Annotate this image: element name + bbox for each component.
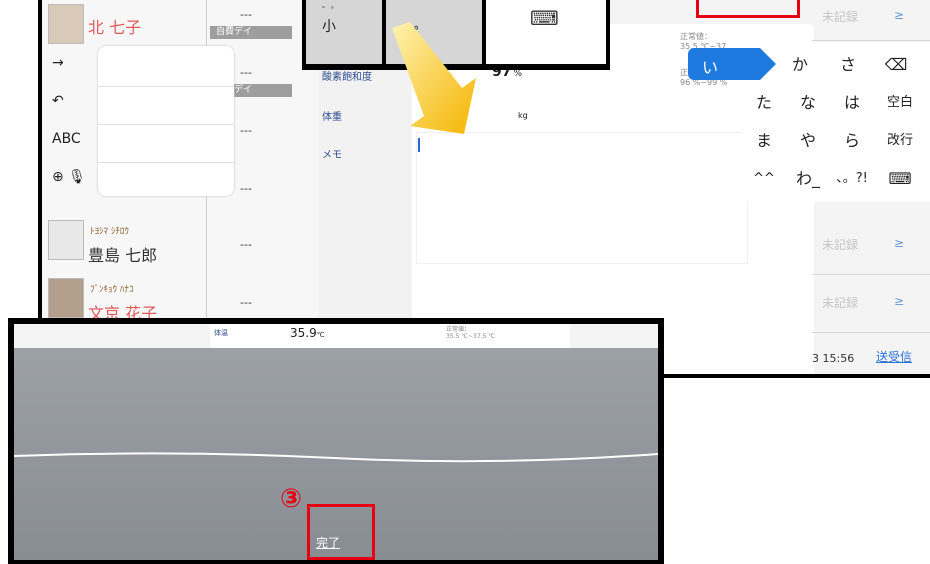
resident-kana: ﾄﾖｼﾏ ｼﾁﾛｳ bbox=[90, 227, 129, 237]
kana-key[interactable]: は bbox=[830, 84, 874, 122]
keyboard-icon: ⌨ bbox=[530, 6, 559, 30]
status-label: 未記録 bbox=[822, 296, 859, 310]
undo-icon[interactable]: ↶ bbox=[42, 82, 96, 120]
kana-key[interactable]: ま bbox=[742, 122, 786, 160]
weight-unit: kg bbox=[518, 111, 528, 120]
highlight-box bbox=[696, 0, 800, 18]
small-key[interactable]: ゛゜ 小 bbox=[306, 0, 382, 64]
arrow-icon bbox=[392, 22, 476, 134]
abc-key[interactable]: ABC bbox=[42, 120, 96, 158]
kana-key[interactable]: ら bbox=[830, 122, 874, 160]
divider bbox=[98, 124, 234, 125]
arrow-right-icon[interactable]: → bbox=[42, 44, 96, 82]
weight-label: 体重 bbox=[322, 112, 342, 123]
temp-row: 体温 35.9℃ 正常値： 35.5 ℃~37.5 ℃ bbox=[210, 324, 570, 348]
resident-dash: --- bbox=[240, 8, 252, 21]
spo2-label: 酸素飽和度 bbox=[322, 72, 372, 83]
status-label: 未記録 bbox=[822, 10, 859, 24]
kana-key[interactable]: な bbox=[786, 84, 830, 122]
kana-key[interactable]: た bbox=[742, 84, 786, 122]
temp-label: 体温 bbox=[214, 329, 228, 337]
temp-value: 35.9℃ bbox=[290, 326, 325, 340]
kana-key[interactable]: さ bbox=[826, 46, 870, 84]
send-receive-button[interactable]: 送受信 bbox=[876, 348, 912, 365]
options-popup bbox=[98, 46, 234, 196]
globe-mic-key[interactable]: ⊕ 🎙 bbox=[42, 158, 96, 196]
highlight-box bbox=[307, 504, 375, 560]
avatar bbox=[48, 278, 84, 318]
memo-field[interactable] bbox=[416, 132, 748, 264]
divider bbox=[98, 86, 234, 87]
keyboard-icon[interactable]: ⌨ bbox=[878, 160, 922, 198]
divider bbox=[206, 216, 207, 274]
detail-chevron-icon[interactable]: ≥ bbox=[894, 236, 904, 250]
avatar bbox=[48, 4, 84, 44]
record-status-row[interactable]: 未記録 ≥ bbox=[812, 274, 930, 333]
kana-key[interactable]: か bbox=[778, 46, 822, 84]
kaomoji-key[interactable]: ^^ bbox=[742, 160, 786, 198]
kana-keyboard: い か さ ⌫ た な は 空白 ま や ら 改行 ^^ わ_ 、。?! ⌨ bbox=[688, 42, 930, 202]
resident-row[interactable]: ﾄﾖｼﾏ ｼﾁﾛｳ 豊島 七郎 --- bbox=[42, 216, 342, 275]
avatar bbox=[48, 220, 84, 260]
punctuation-key[interactable]: 、。?! bbox=[830, 160, 874, 198]
service-tag: 自費デイ bbox=[210, 26, 292, 39]
resident-dash: --- bbox=[240, 238, 252, 251]
input-options-panel: → ↶ ABC ⊕ 🎙 bbox=[42, 44, 272, 198]
detail-chevron-icon[interactable]: ≥ bbox=[894, 8, 904, 22]
status-label: 未記録 bbox=[822, 238, 859, 252]
kana-key[interactable]: わ_ bbox=[786, 160, 830, 198]
return-key[interactable]: 改行 bbox=[878, 122, 922, 160]
record-status-row[interactable]: 未記録 ≥ bbox=[812, 216, 930, 275]
resident-name: 北 七子 bbox=[88, 18, 142, 37]
resident-kana: ﾌﾞﾝｷｮｳ ﾊﾅｺ bbox=[90, 285, 134, 295]
detail-chevron-icon[interactable]: ≥ bbox=[894, 294, 904, 308]
memo-label: メモ bbox=[322, 150, 342, 161]
kana-key[interactable]: や bbox=[786, 122, 830, 160]
divider-wave bbox=[14, 452, 658, 463]
divider bbox=[98, 162, 234, 163]
resident-dash: --- bbox=[240, 296, 252, 309]
keyboard-dismiss-key[interactable]: ⌨ bbox=[486, 0, 606, 64]
resident-name: 豊島 七郎 bbox=[88, 246, 158, 265]
space-key[interactable]: 空白 bbox=[878, 84, 922, 122]
record-status-row[interactable]: 未記録 ≥ bbox=[812, 0, 930, 41]
temp-normal-range: 正常値： 35.5 ℃~37.5 ℃ bbox=[446, 326, 496, 340]
sync-time: 3 15:56 bbox=[812, 352, 855, 365]
selected-candidate[interactable]: い bbox=[688, 48, 776, 80]
backspace-icon[interactable]: ⌫ bbox=[874, 46, 918, 84]
step-badge: ③ bbox=[280, 484, 303, 514]
